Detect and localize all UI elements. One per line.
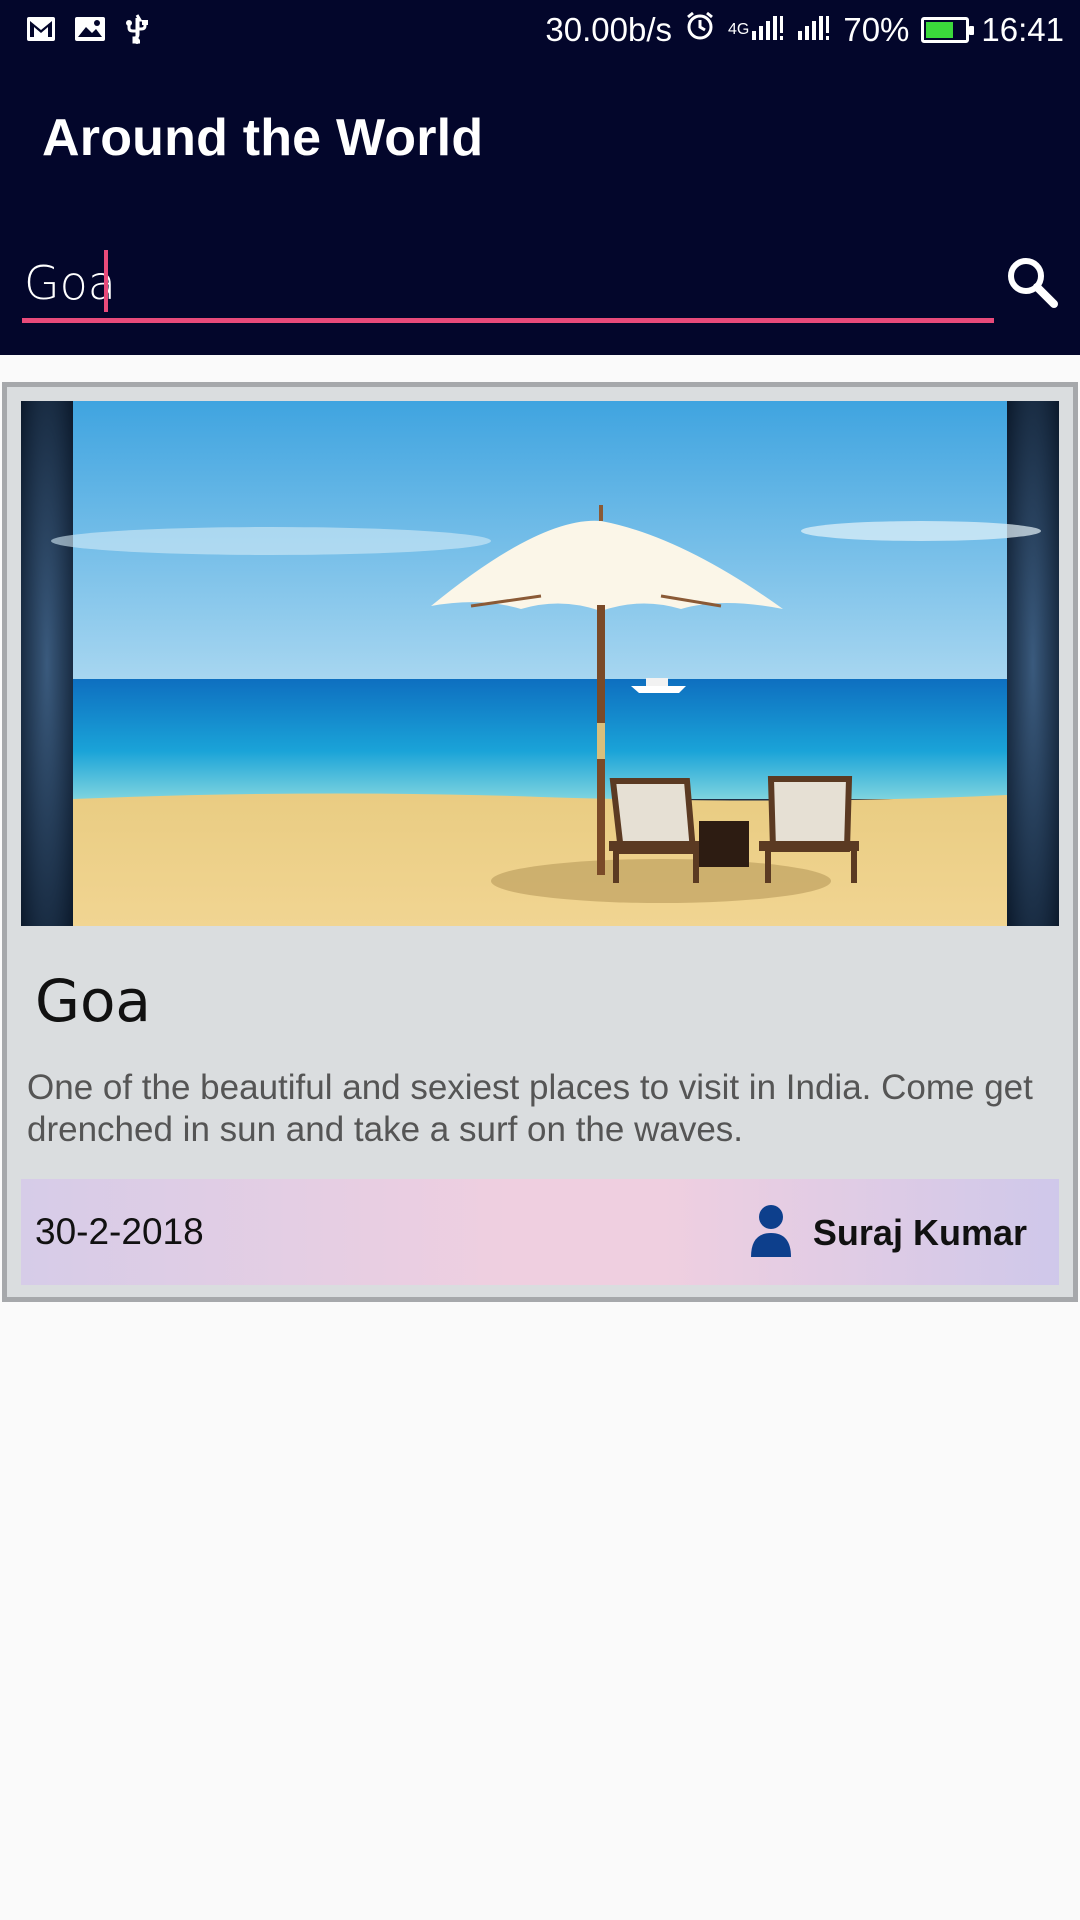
card-footer: 30-2-2018 Suraj Kumar (21, 1179, 1059, 1285)
search-button[interactable] (1004, 254, 1064, 314)
search-input[interactable]: Goa (24, 256, 116, 310)
place-card[interactable]: Goa One of the beautiful and sexiest pla… (2, 382, 1078, 1302)
gallery-icon (74, 16, 106, 47)
clock: 16:41 (981, 11, 1064, 48)
app-header: 30.00b/s 4G 70% 16:41 Around the World G… (0, 0, 1080, 355)
post-date: 30-2-2018 (35, 1211, 204, 1252)
battery-fill (926, 22, 953, 38)
battery-icon (921, 17, 975, 43)
card-description: One of the beautiful and sexiest places … (27, 1068, 1033, 1149)
author[interactable]: Suraj Kumar (749, 1203, 1027, 1262)
search-underline (22, 318, 994, 323)
net-speed: 30.00b/s (545, 11, 672, 48)
author-name: Suraj Kumar (812, 1211, 1027, 1253)
text-cursor (104, 250, 108, 312)
network-type: 4G (728, 21, 750, 38)
app-title: Around the World (42, 109, 484, 167)
signal-icon-2 (797, 11, 831, 49)
search-field[interactable]: Goa (22, 240, 994, 324)
battery-percent: 70% (843, 11, 910, 48)
beach-umbrella-image (21, 401, 1059, 926)
notification-icons (26, 14, 150, 49)
signal-icon-1 (751, 11, 785, 49)
usb-icon (124, 14, 150, 49)
card-title: Goa (35, 967, 151, 1035)
status-bar: 30.00b/s 4G 70% 16:41 (0, 0, 1080, 64)
signal-group: 4G (728, 11, 785, 49)
person-icon (749, 1203, 793, 1262)
gmail-icon (26, 16, 56, 47)
search-icon (1004, 258, 1060, 314)
system-status: 30.00b/s 4G 70% 16:41 (545, 10, 1064, 50)
alarm-icon (684, 10, 716, 50)
